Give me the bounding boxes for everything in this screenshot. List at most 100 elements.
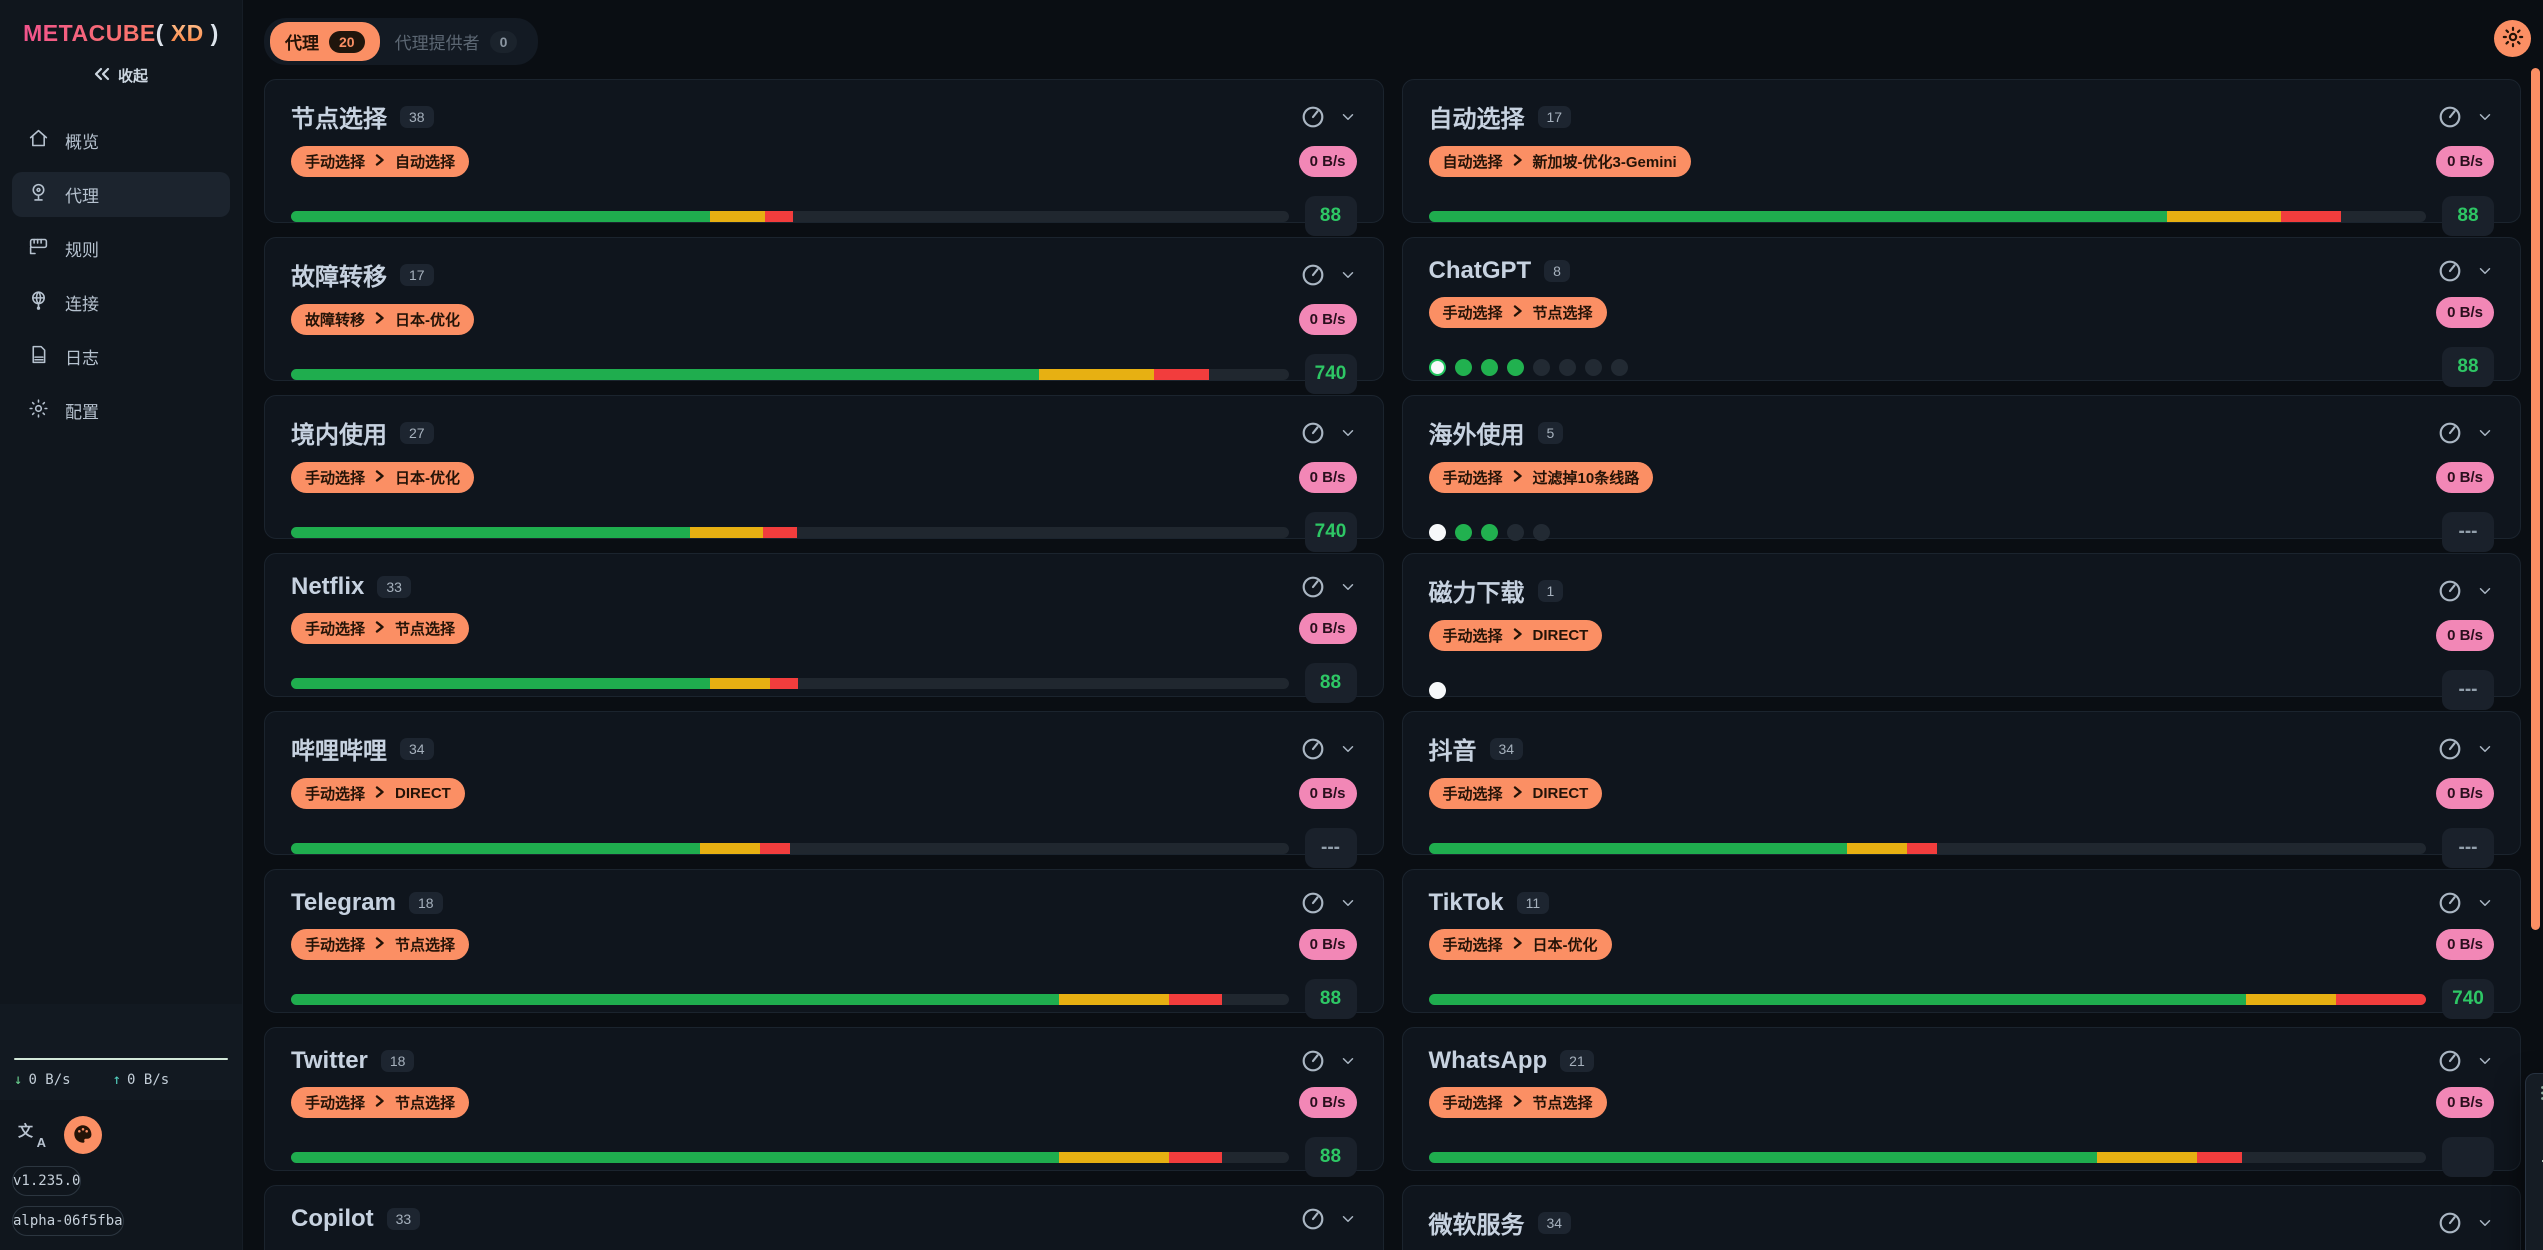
gear-icon: [2502, 26, 2524, 51]
group-count-badge: 11: [1517, 892, 1550, 914]
selector-badge[interactable]: 手动选择节点选择: [291, 929, 469, 960]
collapse-sidebar-button[interactable]: 收起: [94, 65, 148, 86]
selector-badge[interactable]: 手动选择DIRECT: [1429, 778, 1603, 809]
latency-test-icon[interactable]: [1300, 104, 1326, 130]
latency-test-icon[interactable]: [2437, 578, 2463, 604]
latency-test-icon[interactable]: [1300, 574, 1326, 600]
chevron-down-icon[interactable]: [2476, 424, 2494, 442]
rules-icon: [28, 236, 49, 262]
selector-badge[interactable]: 手动选择日本-优化: [1429, 929, 1612, 960]
group-name: 自动选择: [1429, 99, 1525, 134]
selector-badge[interactable]: 手动选择DIRECT: [291, 778, 465, 809]
core-version-button[interactable]: v1.235.0: [12, 1166, 81, 1196]
speed-badge: 0 B/s: [2436, 620, 2494, 651]
language-toggle-button[interactable]: 文A: [18, 1120, 48, 1150]
app-logo: METACUBE( XD ): [23, 20, 219, 47]
selector-badge[interactable]: 故障转移 日本-优化: [291, 304, 474, 335]
speed-badge: 0 B/s: [2436, 1087, 2494, 1118]
sidebar-item-logs[interactable]: 日志: [12, 334, 230, 379]
selected-node: 节点选择: [1533, 1092, 1593, 1113]
group-count-badge: 1: [1538, 580, 1564, 602]
selector-badge[interactable]: 手动选择过滤掉10条线路: [1429, 462, 1654, 493]
latency-test-icon[interactable]: [1300, 420, 1326, 446]
latency-test-icon[interactable]: [2437, 104, 2463, 130]
group-latency-value: ---: [1305, 828, 1357, 868]
chevron-down-icon[interactable]: [1339, 740, 1357, 758]
group-latency-value: ---: [2442, 828, 2494, 868]
chevron-right-icon: [375, 469, 385, 486]
latency-test-icon[interactable]: [2437, 736, 2463, 762]
chevron-down-icon[interactable]: [2476, 740, 2494, 758]
latency-test-icon[interactable]: [1300, 1206, 1326, 1232]
selector-type: 故障转移: [305, 309, 365, 330]
selector-badge[interactable]: 自动选择新加坡-优化3-Gemini: [1429, 146, 1691, 177]
selector-badge[interactable]: 手动选择日本-优化: [291, 462, 474, 493]
chevron-down-icon[interactable]: [2476, 582, 2494, 600]
chevron-down-icon[interactable]: [1339, 424, 1357, 442]
latency-distribution-bar: [1429, 994, 2427, 1005]
group-latency-value: 740: [2442, 979, 2494, 1019]
proxy-icon: [28, 182, 49, 208]
proxy-group-card: ChatGPT8手动选择节点选择0 B/s88: [1402, 237, 2522, 381]
proxy-group-card: 故障转移17故障转移日本-优化0 B/s740: [264, 237, 1384, 381]
theme-palette-button[interactable]: [64, 1116, 102, 1154]
node-dot-empty: [1611, 359, 1628, 376]
sidebar-item-connections[interactable]: 连接: [12, 280, 230, 325]
sidebar-item-config[interactable]: 配置: [12, 388, 230, 433]
selector-badge[interactable]: 手动选择节点选择: [291, 613, 469, 644]
chevron-right-icon: [1513, 304, 1523, 321]
node-dot-green: [1507, 359, 1524, 376]
selected-node: 节点选择: [395, 1092, 455, 1113]
latency-test-icon[interactable]: [1300, 262, 1326, 288]
selector-badge[interactable]: 手动选择DIRECT: [1429, 620, 1603, 651]
selector-badge[interactable]: 手动选择节点选择: [291, 1087, 469, 1118]
group-latency-value: 88: [1305, 1137, 1357, 1177]
group-count-badge: 21: [1560, 1050, 1594, 1072]
chevron-down-icon[interactable]: [2476, 262, 2494, 280]
chevron-down-icon[interactable]: [1339, 1210, 1357, 1228]
group-count-badge: 33: [377, 576, 411, 598]
speed-badge: 0 B/s: [1299, 146, 1357, 177]
tab-bar: 代理 20 代理提供者 0: [264, 18, 538, 65]
latency-test-icon[interactable]: [2437, 420, 2463, 446]
group-name: 微软服务: [1429, 1205, 1525, 1240]
chevron-down-icon[interactable]: [1339, 1052, 1357, 1070]
chevron-down-icon[interactable]: [2476, 108, 2494, 126]
ui-build-button[interactable]: alpha-06f5fba: [12, 1206, 124, 1236]
latency-test-icon[interactable]: [1300, 736, 1326, 762]
latency-test-icon[interactable]: [2437, 890, 2463, 916]
group-name: Twitter: [291, 1047, 368, 1075]
chevron-down-icon[interactable]: [1339, 108, 1357, 126]
latency-distribution-bar: [291, 994, 1289, 1005]
chevron-down-icon[interactable]: [1339, 266, 1357, 284]
selector-type: 手动选择: [305, 618, 365, 639]
latency-test-icon[interactable]: [2437, 258, 2463, 284]
group-name: Copilot: [291, 1205, 374, 1233]
latency-test-icon[interactable]: [2437, 1210, 2463, 1236]
latency-test-icon[interactable]: [1300, 890, 1326, 916]
tab-proxy-providers[interactable]: 代理提供者 0: [380, 22, 533, 61]
latency-distribution-bar: [291, 843, 1289, 854]
chevron-down-icon[interactable]: [2476, 1052, 2494, 1070]
chevron-down-icon[interactable]: [1339, 578, 1357, 596]
settings-button[interactable]: [2494, 20, 2531, 57]
sidebar-item-rules[interactable]: 规则: [12, 226, 230, 271]
sidebar-item-overview[interactable]: 概览: [12, 118, 230, 163]
chevron-down-icon[interactable]: [2476, 1214, 2494, 1232]
speed-badge: 0 B/s: [2436, 297, 2494, 328]
chevron-down-icon[interactable]: [2476, 894, 2494, 912]
node-dot-green: [1455, 524, 1472, 541]
selected-node: 日本-优化: [395, 309, 460, 330]
proxy-group-card: 自动选择17自动选择新加坡-优化3-Gemini0 B/s88: [1402, 79, 2522, 223]
scrollbar-thumb[interactable]: [2531, 68, 2540, 930]
latency-test-icon[interactable]: [1300, 1048, 1326, 1074]
sidebar-item-proxies[interactable]: 代理: [12, 172, 230, 217]
selector-badge[interactable]: 手动选择节点选择: [1429, 297, 1607, 328]
selector-badge[interactable]: 手动选择节点选择: [1429, 1087, 1607, 1118]
latency-test-icon[interactable]: [2437, 1048, 2463, 1074]
sidebar-footer: ↓0 B/s ↑0 B/s 文A v1.235.0 alpha-06f5fba: [0, 1004, 242, 1250]
selector-badge[interactable]: 手动选择自动选择: [291, 146, 469, 177]
tab-proxies[interactable]: 代理 20: [270, 22, 380, 61]
proxy-group-card: 节点选择38手动选择自动选择0 B/s88: [264, 79, 1384, 223]
chevron-down-icon[interactable]: [1339, 894, 1357, 912]
